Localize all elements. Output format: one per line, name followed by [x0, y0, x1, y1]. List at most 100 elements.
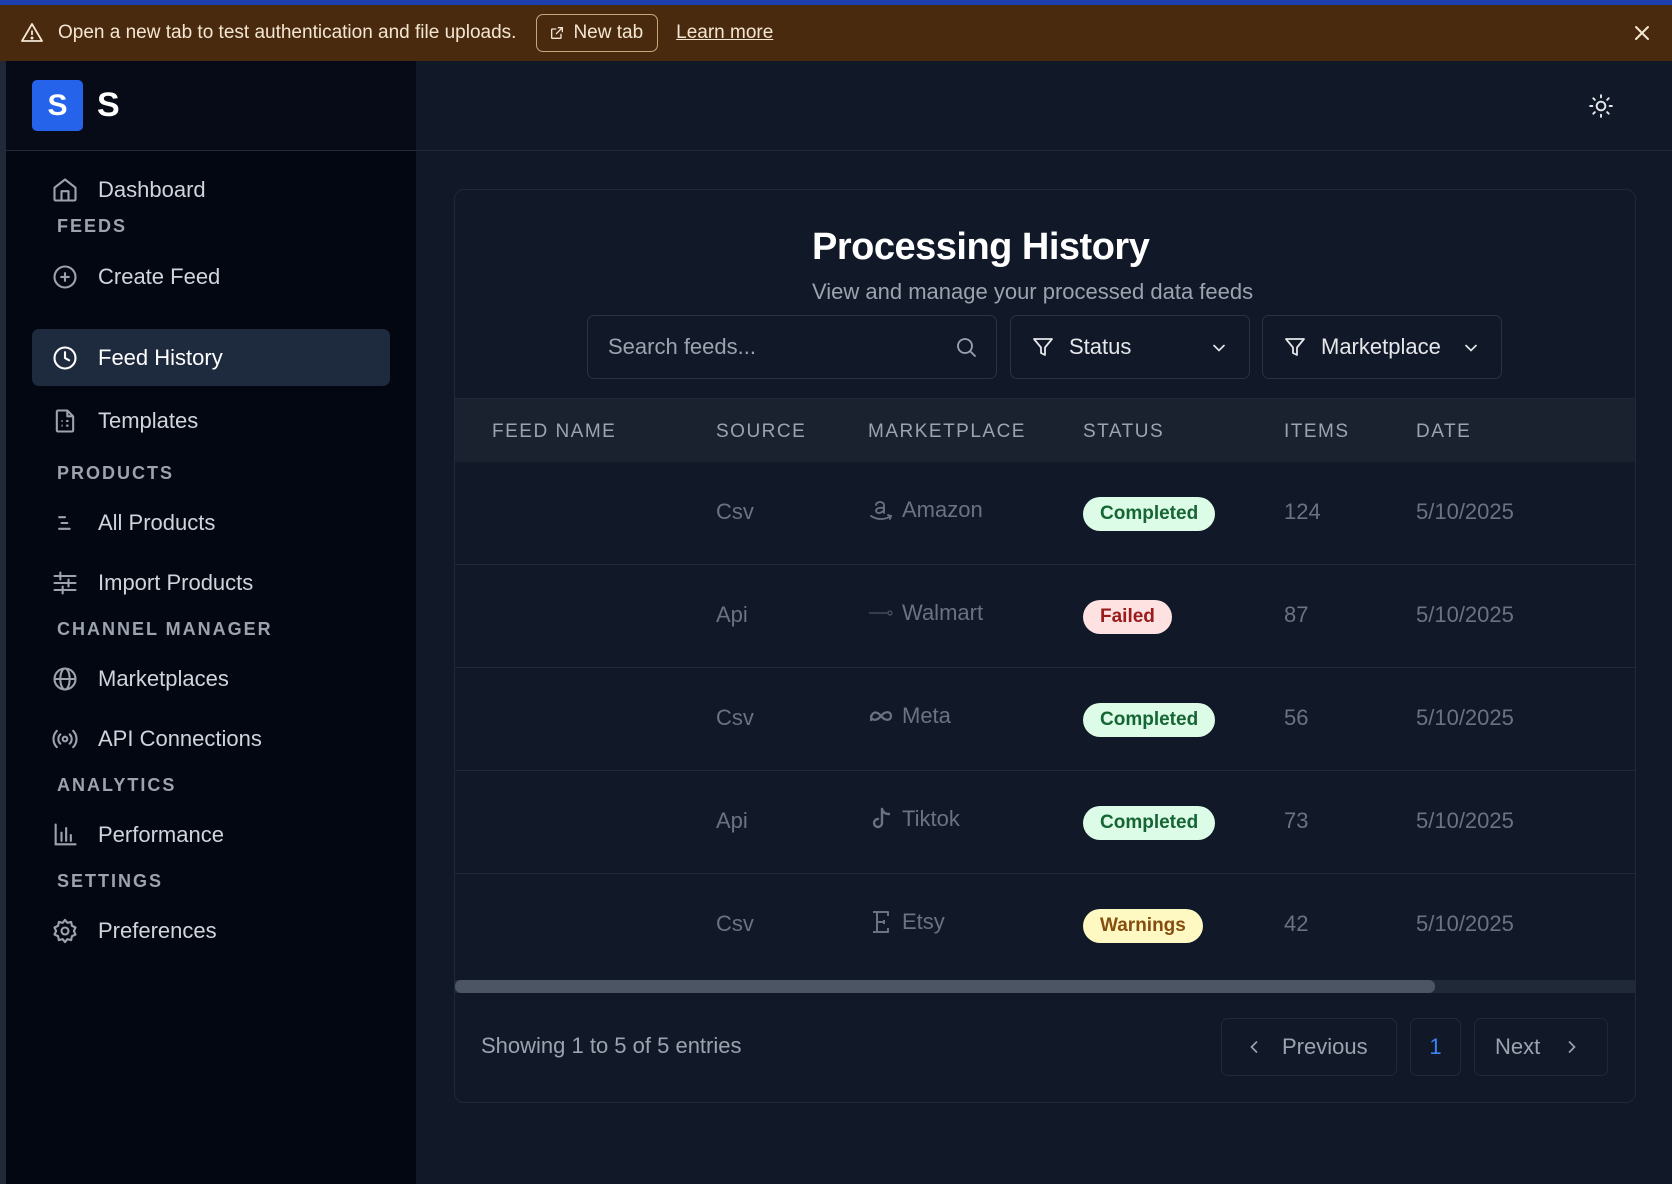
sidebar-item-feed-history[interactable]: Feed History: [32, 329, 390, 386]
table-row[interactable]: Csv Meta Completed 56 5/10/2025: [455, 668, 1635, 771]
marketplace-cell: Amazon: [868, 497, 983, 523]
home-icon: [50, 175, 80, 205]
walmart-icon: [868, 600, 894, 626]
new-tab-button[interactable]: New tab: [536, 14, 659, 52]
close-icon[interactable]: [1630, 21, 1654, 45]
date-cell: 5/10/2025: [1416, 808, 1514, 833]
marketplace-name: Walmart: [902, 600, 984, 625]
date-cell: 5/10/2025: [1416, 499, 1514, 524]
column-header-feed-name[interactable]: FEED NAME: [492, 421, 616, 443]
date-cell: 5/10/2025: [1416, 602, 1514, 627]
section-settings: SETTINGS: [57, 871, 164, 891]
sidebar-item-label: Performance: [98, 821, 224, 847]
status-badge: Completed: [1083, 806, 1216, 840]
etsy-icon: [868, 909, 894, 935]
sidebar-item-import-products[interactable]: Import Products: [32, 554, 390, 611]
processing-history-card: Processing History View and manage your …: [454, 189, 1636, 1103]
marketplace-name: Etsy: [902, 909, 945, 934]
sidebar-item-label: Feed History: [98, 344, 223, 370]
sidebar-item-marketplaces[interactable]: Marketplaces: [32, 650, 390, 707]
previous-page-button[interactable]: Previous: [1221, 1018, 1397, 1076]
sidebar-item-performance[interactable]: Performance: [32, 806, 390, 863]
main-header: [416, 61, 1672, 151]
sidebar-item-label: Templates: [98, 407, 199, 433]
filter-icon: [1031, 335, 1055, 359]
table-row[interactable]: Csv Amazon Completed 124 5/10/2025: [455, 462, 1635, 565]
marketplace-filter-label: Marketplace: [1321, 334, 1441, 359]
date-cell: 5/10/2025: [1416, 911, 1514, 936]
sidebar-item-label: Create Feed: [98, 263, 221, 289]
search-input[interactable]: [608, 334, 948, 360]
source-cell: Csv: [716, 911, 754, 936]
column-header-status[interactable]: STATUS: [1083, 421, 1164, 443]
notice-banner: Open a new tab to test authentication an…: [0, 5, 1672, 61]
bar-chart-icon: [50, 820, 80, 850]
table-header: FEED NAME SOURCE MARKETPLACE STATUS ITEM…: [455, 398, 1635, 462]
learn-more-link[interactable]: Learn more: [676, 22, 773, 44]
horizontal-scrollbar[interactable]: [455, 980, 1635, 993]
sidebar-item-label: Preferences: [98, 917, 217, 943]
status-badge: Failed: [1083, 600, 1172, 634]
marketplace-name: Meta: [902, 703, 951, 728]
scrollbar-thumb[interactable]: [455, 980, 1435, 993]
sliders-icon: [50, 568, 80, 598]
column-header-date[interactable]: DATE: [1416, 421, 1471, 443]
new-tab-label: New tab: [573, 22, 644, 43]
sidebar-item-all-products[interactable]: All Products: [32, 494, 390, 551]
source-cell: Csv: [716, 705, 754, 730]
table-row[interactable]: Api Tiktok Completed 73 5/10/2025: [455, 771, 1635, 874]
external-link-icon: [551, 27, 564, 39]
search-icon[interactable]: [954, 335, 978, 364]
sidebar-item-create-feed[interactable]: Create Feed: [32, 248, 390, 305]
marketplace-cell: Walmart: [868, 600, 983, 626]
items-cell: 73: [1284, 808, 1309, 833]
marketplace-cell: Meta: [868, 703, 951, 729]
page-subtitle: View and manage your processed data feed…: [812, 279, 1254, 304]
pagination-summary: Showing 1 to 5 of 5 entries: [481, 1033, 742, 1058]
page-title: Processing History: [812, 226, 1150, 268]
sidebar-item-label: API Connections: [98, 725, 262, 751]
logo[interactable]: S: [32, 80, 83, 131]
source-cell: Api: [716, 602, 748, 627]
status-filter-dropdown[interactable]: Status: [1010, 315, 1250, 379]
chevron-right-icon: [1568, 1041, 1576, 1053]
section-analytics: ANALYTICS: [57, 775, 177, 795]
items-cell: 87: [1284, 602, 1309, 627]
status-badge: Completed: [1083, 703, 1216, 737]
sidebar-header: S S: [6, 61, 416, 151]
sidebar-item-templates[interactable]: Templates: [32, 392, 390, 449]
sidebar-item-label: Dashboard: [98, 176, 206, 202]
filter-icon: [1283, 335, 1307, 359]
banner-message: Open a new tab to test authentication an…: [58, 22, 517, 43]
main-content: Processing History View and manage your …: [416, 61, 1672, 1184]
table-row[interactable]: Api Walmart Failed 87 5/10/2025: [455, 565, 1635, 668]
sidebar-item-dashboard[interactable]: Dashboard: [32, 161, 390, 218]
marketplace-cell: Tiktok: [868, 806, 960, 832]
next-page-button[interactable]: Next: [1474, 1018, 1608, 1076]
broadcast-icon: [50, 724, 80, 754]
meta-icon: [868, 703, 894, 729]
sun-icon[interactable]: [1588, 93, 1614, 119]
section-feeds: FEEDS: [57, 216, 128, 236]
source-cell: Api: [716, 808, 748, 833]
items-cell: 56: [1284, 705, 1309, 730]
column-header-items[interactable]: ITEMS: [1284, 421, 1350, 443]
chevron-down-icon: [1209, 338, 1229, 364]
column-header-source[interactable]: SOURCE: [716, 421, 806, 443]
column-header-marketplace[interactable]: MARKETPLACE: [868, 421, 1026, 443]
items-cell: 42: [1284, 911, 1309, 936]
sidebar-item-api-connections[interactable]: API Connections: [32, 710, 390, 767]
table-row[interactable]: Csv Etsy Warnings 42 5/10/2025: [455, 874, 1635, 977]
page-1-button[interactable]: 1: [1410, 1018, 1461, 1076]
clock-icon: [50, 343, 80, 373]
sidebar-item-label: All Products: [98, 509, 216, 535]
status-filter-label: Status: [1069, 334, 1132, 359]
brand-name: S: [97, 86, 120, 124]
document-icon: [50, 406, 80, 436]
search-box: [587, 315, 997, 379]
sidebar-item-preferences[interactable]: Preferences: [32, 902, 390, 959]
date-cell: 5/10/2025: [1416, 705, 1514, 730]
sidebar-item-label: Marketplaces: [98, 665, 229, 691]
marketplace-name: Tiktok: [902, 806, 960, 831]
marketplace-filter-dropdown[interactable]: Marketplace: [1262, 315, 1502, 379]
